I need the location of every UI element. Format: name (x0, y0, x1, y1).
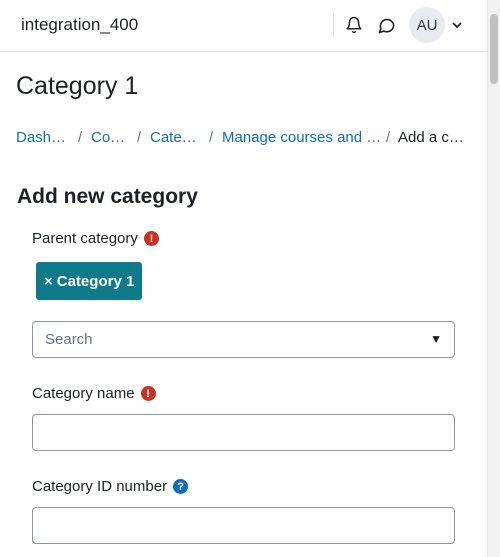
parent-category-search-select[interactable]: Search ▼ (32, 321, 455, 358)
chip-label: Category 1 (56, 272, 135, 290)
category-id-number-input[interactable] (32, 507, 455, 544)
search-placeholder: Search (45, 331, 93, 348)
breadcrumb-separator: / (137, 129, 142, 146)
breadcrumb-item-courses[interactable]: Co… (91, 129, 125, 146)
selected-parent-category-chip[interactable]: × Category 1 (36, 262, 143, 300)
scrollbar-thumb[interactable] (490, 14, 498, 84)
breadcrumb-separator: / (78, 129, 83, 146)
breadcrumb-item-current: Add a c… (398, 129, 464, 146)
category-id-label-row: Category ID number ? (32, 478, 189, 495)
user-avatar[interactable]: AU (409, 7, 445, 43)
breadcrumb-separator: / (209, 129, 214, 146)
help-question-icon[interactable]: ? (173, 479, 189, 494)
page-scrollbar[interactable] (487, 0, 500, 557)
page-title: Category 1 (16, 72, 139, 100)
breadcrumb-item-categories[interactable]: Cate… (150, 129, 197, 146)
parent-category-label: Parent category (32, 230, 138, 247)
required-exclamation-icon: ! (140, 386, 156, 401)
required-exclamation-icon: ! (143, 231, 159, 246)
messages-chat-icon[interactable] (375, 14, 397, 36)
site-name-link[interactable]: integration_400 (21, 15, 138, 35)
notifications-bell-icon[interactable] (343, 14, 365, 36)
top-navbar: integration_400 AU (0, 0, 487, 52)
category-name-label: Category name (32, 385, 135, 402)
breadcrumb-separator: / (386, 129, 391, 146)
parent-category-label-row: Parent category ! (32, 230, 159, 247)
user-menu-chevron-down-icon[interactable] (450, 18, 464, 32)
dropdown-arrow-icon[interactable]: ▼ (430, 332, 442, 346)
category-id-number-label: Category ID number (32, 478, 168, 495)
breadcrumb-item-dashboard[interactable]: Dash… (16, 129, 66, 146)
category-name-input[interactable] (32, 414, 455, 451)
form-heading: Add new category (17, 185, 198, 208)
category-name-label-row: Category name ! (32, 385, 156, 402)
chip-remove-icon[interactable]: × (44, 273, 53, 290)
navbar-divider (333, 13, 334, 37)
breadcrumb-item-manage-courses[interactable]: Manage courses and … (222, 129, 381, 146)
